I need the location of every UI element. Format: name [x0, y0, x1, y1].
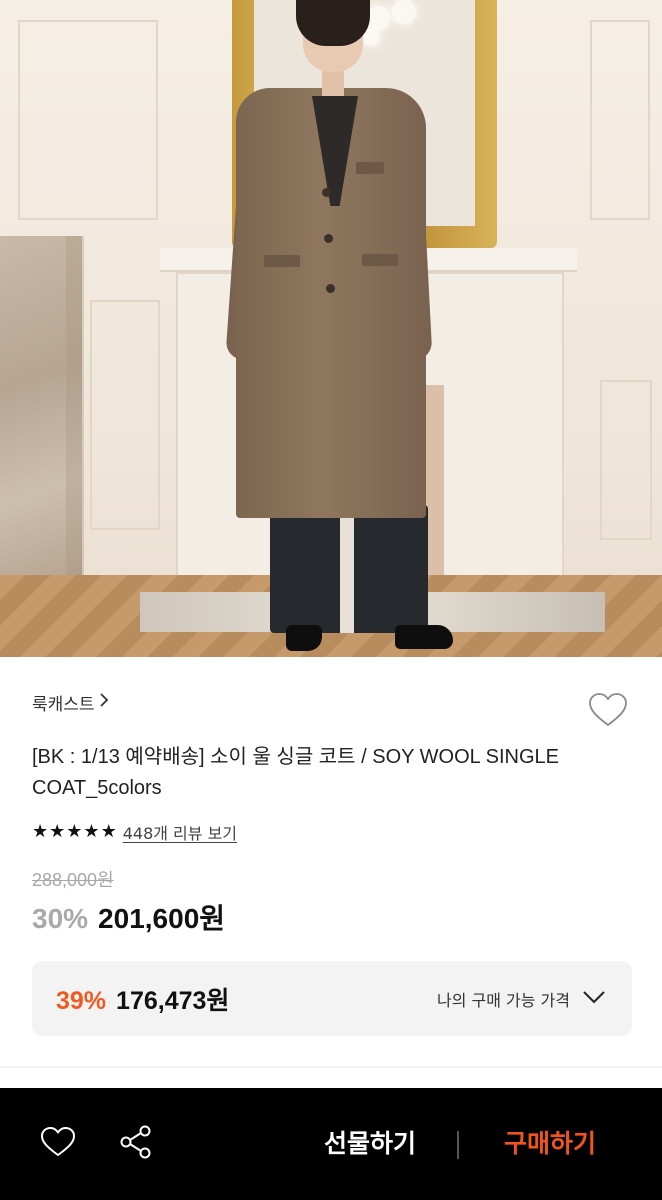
model-boot-right [395, 625, 453, 649]
wall-panel [18, 20, 158, 220]
star-icon: ★ [32, 821, 49, 842]
discount-rate: 30% [32, 903, 89, 934]
chevron-right-icon [99, 692, 109, 713]
product-title: [BK : 1/13 예약배송] 소이 울 싱글 코트 / SOY WOOL S… [32, 746, 559, 799]
section-divider [0, 1066, 662, 1068]
my-price-label: 나의 구매 가능 가격 [436, 990, 570, 1010]
my-discount-rate: 39% [56, 986, 107, 1015]
like-button[interactable] [586, 690, 630, 734]
star-rating: ★ ★ ★ ★ ★ [32, 822, 117, 842]
marble-pedestal-side [66, 236, 84, 592]
brand-link[interactable]: 룩캐스트 [32, 690, 109, 715]
coat-button [322, 188, 331, 197]
sale-price-row: 30% 201,600원 [32, 897, 225, 937]
brand-name: 룩캐스트 [32, 695, 95, 715]
coat-pocket [264, 255, 300, 267]
coat-chest-pocket [356, 162, 384, 174]
heart-icon [588, 692, 628, 732]
chevron-down-icon [582, 989, 606, 1008]
coat-button [326, 284, 335, 293]
star-icon: ★ [49, 821, 66, 842]
wall-panel [600, 380, 652, 540]
star-icon: ★ [100, 821, 117, 842]
my-price-values: 39% 176,473원 [56, 981, 229, 1017]
wall-panel [90, 300, 160, 530]
review-link[interactable]: 448개 리뷰 보기 [123, 820, 237, 844]
heart-icon [40, 1126, 76, 1162]
original-price: 288,000원 [32, 870, 114, 890]
my-price-toggle: 나의 구매 가능 가격 [437, 987, 606, 1011]
jeans-gap [340, 512, 354, 633]
coat-button [324, 234, 333, 243]
model-hair [296, 0, 370, 46]
buy-button[interactable]: 구매하기 [480, 1120, 620, 1168]
my-price-dropdown[interactable]: 39% 176,473원 나의 구매 가능 가격 [32, 961, 632, 1036]
star-icon: ★ [83, 821, 100, 842]
model-boot-left [286, 625, 322, 651]
chandelier-bulb [392, 0, 416, 24]
share-icon [119, 1124, 153, 1164]
my-price: 176,473원 [116, 986, 230, 1015]
gift-button[interactable]: 선물하기 [300, 1120, 440, 1168]
star-icon: ★ [66, 821, 83, 842]
product-hero-image[interactable] [0, 0, 662, 657]
wishlist-button[interactable] [38, 1124, 78, 1164]
button-separator [457, 1131, 459, 1159]
sale-price: 201,600원 [98, 903, 226, 934]
share-button[interactable] [116, 1124, 156, 1164]
wall-panel [590, 20, 650, 220]
rating-row: ★ ★ ★ ★ ★ 448개 리뷰 보기 [32, 820, 237, 844]
coat-pocket [362, 254, 398, 266]
